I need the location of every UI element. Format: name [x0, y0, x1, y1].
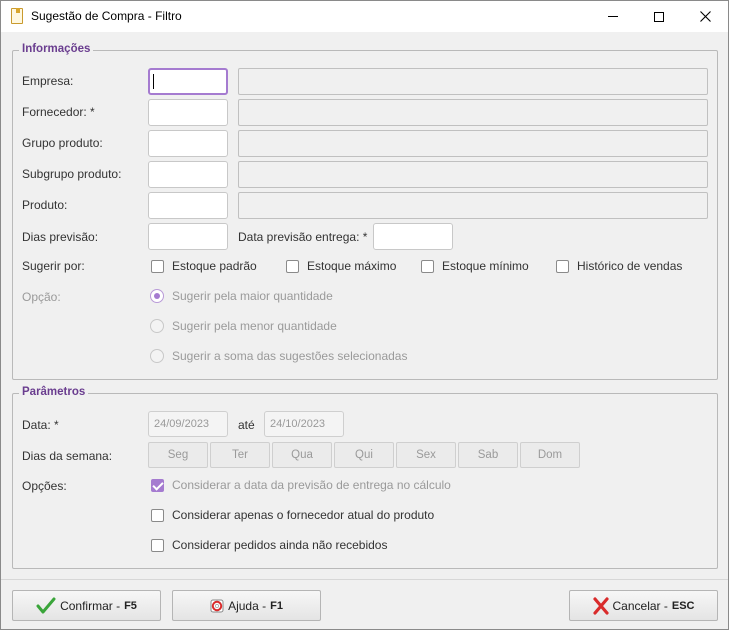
confirmar-label: Confirmar - — [60, 598, 121, 613]
day-button-qui[interactable]: Qui — [334, 442, 394, 468]
dias-previsao-label: Dias previsão: — [22, 230, 99, 244]
ajuda-key: F1 — [270, 599, 283, 612]
menor-quantidade-label[interactable]: Sugerir pela menor quantidade — [172, 319, 337, 333]
maior-quantidade-label[interactable]: Sugerir pela maior quantidade — [172, 289, 333, 303]
day-button-ter[interactable]: Ter — [210, 442, 270, 468]
historico-vendas-label[interactable]: Histórico de vendas — [577, 259, 682, 273]
maximize-button[interactable] — [636, 1, 682, 32]
subgrupo-produto-label: Subgrupo produto: — [22, 167, 122, 181]
estoque-padrao-label[interactable]: Estoque padrão — [172, 259, 257, 273]
window-title: Sugestão de Compra - Filtro — [31, 9, 182, 23]
day-button-seg[interactable]: Seg — [148, 442, 208, 468]
estoque-minimo-checkbox[interactable] — [421, 260, 434, 273]
considerar-data-previsao-checkbox[interactable] — [151, 479, 164, 492]
menor-quantidade-radio[interactable] — [150, 319, 164, 333]
opcoes-label: Opções: — [22, 479, 67, 493]
close-icon — [699, 11, 711, 22]
document-icon — [11, 8, 23, 24]
checkmark-icon — [36, 597, 56, 613]
cancelar-label: Cancelar - — [612, 598, 668, 613]
data-inicio-field[interactable]: 24/09/2023 — [148, 411, 228, 437]
day-button-dom[interactable]: Dom — [520, 442, 580, 468]
considerar-fornecedor-atual-label[interactable]: Considerar apenas o fornecedor atual do … — [172, 508, 434, 522]
estoque-maximo-checkbox[interactable] — [286, 260, 299, 273]
estoque-maximo-label[interactable]: Estoque máximo — [307, 259, 396, 273]
dialog-window: Sugestão de Compra - Filtro Informações … — [0, 0, 729, 630]
produto-label: Produto: — [22, 198, 68, 212]
ate-label: até — [238, 418, 255, 432]
soma-sugestoes-radio[interactable] — [150, 349, 164, 363]
confirmar-button[interactable]: Confirmar - F5 — [12, 590, 161, 621]
ajuda-label: Ajuda - — [228, 598, 267, 613]
day-button-qua[interactable]: Qua — [272, 442, 332, 468]
soma-sugestoes-label[interactable]: Sugerir a soma das sugestões selecionada… — [172, 349, 407, 363]
fornecedor-label: Fornecedor: * — [22, 105, 95, 119]
estoque-padrao-checkbox[interactable] — [151, 260, 164, 273]
considerar-fornecedor-atual-checkbox[interactable] — [151, 509, 164, 522]
cancelar-button[interactable]: Cancelar - ESC — [569, 590, 718, 621]
footer-separator — [1, 579, 728, 580]
data-label: Data: * — [22, 418, 59, 432]
close-button[interactable] — [682, 1, 728, 32]
sugerir-por-label: Sugerir por: — [22, 259, 85, 273]
considerar-pedidos-checkbox[interactable] — [151, 539, 164, 552]
dias-previsao-input[interactable] — [148, 223, 228, 250]
produto-name-field — [238, 192, 708, 219]
considerar-data-previsao-label[interactable]: Considerar a data da previsão de entrega… — [172, 478, 451, 492]
maximize-icon — [654, 11, 664, 22]
minimize-icon — [608, 16, 618, 17]
dias-semana-label: Dias da semana: — [22, 449, 113, 463]
day-button-sex[interactable]: Sex — [396, 442, 456, 468]
grupo-produto-name-field — [238, 130, 708, 157]
fornecedor-code-input[interactable] — [148, 99, 228, 126]
grupo-produto-label: Grupo produto: — [22, 136, 103, 150]
historico-vendas-checkbox[interactable] — [556, 260, 569, 273]
day-button-sab[interactable]: Sab — [458, 442, 518, 468]
title-bar: Sugestão de Compra - Filtro — [1, 1, 728, 32]
ajuda-button[interactable]: Ajuda - F1 — [172, 590, 321, 621]
empresa-label: Empresa: — [22, 74, 74, 88]
x-icon — [592, 596, 609, 615]
estoque-minimo-label[interactable]: Estoque mínimo — [442, 259, 529, 273]
grupo-produto-code-input[interactable] — [148, 130, 228, 157]
informacoes-legend: Informações — [19, 43, 94, 55]
maior-quantidade-radio[interactable] — [150, 289, 164, 303]
data-previsao-entrega-input[interactable] — [373, 223, 453, 250]
cancelar-key: ESC — [671, 599, 695, 612]
help-icon — [210, 599, 224, 612]
produto-code-input[interactable] — [148, 192, 228, 219]
data-fim-field[interactable]: 24/10/2023 — [264, 411, 344, 437]
data-previsao-entrega-label: Data previsão entrega: * — [238, 230, 368, 244]
minimize-button[interactable] — [590, 1, 636, 32]
subgrupo-produto-name-field — [238, 161, 708, 188]
fornecedor-name-field — [238, 99, 708, 126]
confirmar-key: F5 — [124, 599, 137, 612]
parametros-legend: Parâmetros — [19, 386, 89, 398]
subgrupo-produto-code-input[interactable] — [148, 161, 228, 188]
opcao-label: Opção: — [22, 290, 61, 304]
empresa-name-field — [238, 68, 708, 95]
considerar-pedidos-label[interactable]: Considerar pedidos ainda não recebidos — [172, 538, 387, 552]
empresa-code-input[interactable] — [148, 68, 228, 95]
